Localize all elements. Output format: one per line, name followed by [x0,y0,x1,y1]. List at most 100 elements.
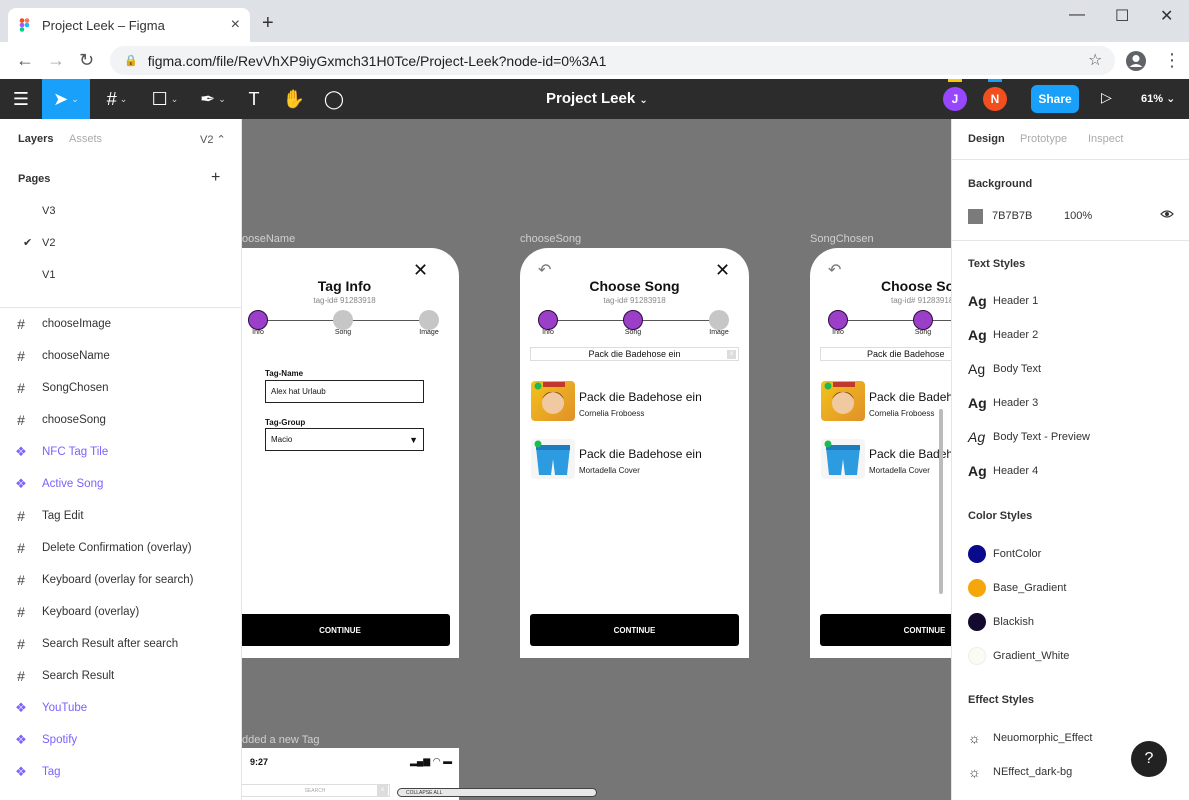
continue-button[interactable]: CONTINUE [530,614,739,646]
color-style-item[interactable]: FontColor [968,545,1041,563]
background-hex[interactable]: 7B7B7B [992,210,1032,222]
frame-choose-song[interactable]: ↶ Choose Song tag-id# 91283918 ✕ Info So… [520,248,749,658]
tab-assets[interactable]: Assets [69,133,102,145]
frame-song-chosen[interactable]: ↶ Choose So tag-id# 91283918 Info Song P… [810,248,951,658]
shape-tool-button[interactable]: ☐ ⌄ [146,79,184,119]
present-play-icon[interactable]: ▷ [1101,89,1112,106]
close-icon[interactable]: ✕ [715,260,730,281]
tag-name-input[interactable]: Alex hat Urlaub [265,380,424,403]
layer-item[interactable]: ❖ Spotify [0,724,242,756]
page-item[interactable]: ✔ V2 [0,232,242,256]
text-style-item[interactable]: Ag Header 2 [968,327,1038,343]
help-button[interactable]: ? [1131,741,1167,777]
text-style-item[interactable]: Ag Body Text [968,361,1041,377]
tab-design[interactable]: Design [968,133,1005,145]
frame-choose-name[interactable]: Tag Info tag-id# 91283918 ✕ Info Song Im… [242,248,459,658]
project-name-menu[interactable]: Project Leek ⌄ [546,90,648,107]
layer-item[interactable]: # chooseName [0,340,242,372]
color-style-item[interactable]: Base_Gradient [968,579,1066,597]
layer-item[interactable]: # chooseImage [0,308,242,340]
add-page-icon[interactable]: + [211,169,220,187]
layer-item[interactable]: ❖ NFC Tag Tile [0,436,242,468]
layer-item[interactable]: # Search Result [0,660,242,692]
effect-style-item[interactable]: ☼ NEffect_dark-bg [968,764,1072,780]
tag-name-label: Tag-Name [265,369,304,378]
share-button[interactable]: Share [1031,85,1079,113]
url-field[interactable]: 🔒 figma.com/file/RevVhXP9iyGxmch31H0Tce/… [110,46,1115,75]
tab-close-icon[interactable]: × [231,16,240,34]
back-arrow-icon[interactable]: ← [16,50,34,71]
pen-tool-button[interactable]: ✒ ⌄ [194,79,232,119]
layer-item[interactable]: ❖ Tag [0,756,242,788]
close-icon[interactable]: ✕ [413,260,428,281]
text-tool-icon[interactable]: T [240,79,268,119]
reload-icon[interactable]: ↻ [79,50,94,71]
page-item[interactable]: V3 [0,200,242,224]
maximize-button[interactable]: ☐ [1115,6,1129,26]
layer-item[interactable]: # SongChosen [0,372,242,404]
design-canvas[interactable]: ooseName chooseSong SongChosen dded a ne… [242,119,951,800]
text-style-item[interactable]: Ag Header 1 [968,293,1038,309]
forward-arrow-icon[interactable]: → [47,50,65,71]
frame-icon: # [17,668,25,684]
layer-item[interactable]: # Delete Confirmation (overlay) [0,532,242,564]
text-style-item[interactable]: Ag Header 3 [968,395,1038,411]
profile-icon[interactable] [1125,50,1147,77]
background-swatch[interactable] [968,209,983,224]
search-input[interactable]: SEARCH [242,784,390,797]
effect-style-item[interactable]: ☼ Neuomorphic_Effect [968,730,1092,746]
layer-item[interactable]: # Keyboard (overlay for search) [0,564,242,596]
background-opacity[interactable]: 100% [1064,210,1092,222]
frame-tool-button[interactable]: # ⌄ [98,79,136,119]
page-switcher[interactable]: V2 ⌃ [200,133,226,146]
move-tool-button[interactable]: ➤ ⌄ [42,79,90,119]
text-style-item[interactable]: Ag Header 4 [968,463,1038,479]
song-search-input[interactable]: Pack die Badehose ein x [530,347,739,361]
layer-item[interactable]: ❖ YouTube [0,692,242,724]
song-title[interactable]: Pack die Badehose ein [579,390,702,404]
zoom-level-menu[interactable]: 61% ⌄ [1141,92,1175,105]
main-menu-icon[interactable]: ☰ [0,79,42,119]
hand-tool-icon[interactable]: ✋ [280,79,308,119]
tab-prototype[interactable]: Prototype [1020,133,1067,145]
text-style-label: Body Text - Preview [993,431,1091,443]
back-arrow-icon[interactable]: ↶ [538,260,551,280]
frame-label-song-chosen[interactable]: SongChosen [810,233,874,245]
clear-search-icon[interactable]: x [727,350,736,359]
layer-item[interactable]: ❖ Active Song [0,468,242,500]
browser-tab[interactable]: Project Leek – Figma × [8,8,250,42]
continue-button[interactable]: CONTINUE [820,614,951,646]
text-style-item[interactable]: Ag Body Text - Preview [968,429,1090,445]
color-style-item[interactable]: Blackish [968,613,1034,631]
frame-label-choose-name[interactable]: ooseName [242,233,295,245]
color-style-item[interactable]: Gradient_White [968,647,1069,665]
tab-inspect[interactable]: Inspect [1088,133,1123,145]
song-title[interactable]: Pack die Badeh [869,390,951,404]
user-avatar-n[interactable]: N [983,87,1007,111]
eye-icon[interactable] [1160,207,1174,224]
continue-button[interactable]: CONTINUE [242,614,450,646]
browser-menu-icon[interactable]: ⋮ [1163,50,1181,71]
frame-label-choose-song[interactable]: chooseSong [520,233,581,245]
tag-group-select[interactable]: Macio ▼ [265,428,424,451]
progress-line [838,320,951,321]
frame-label-added-tag[interactable]: dded a new Tag [242,734,319,746]
new-tab-button[interactable]: + [262,12,274,35]
bookmark-star-icon[interactable]: ☆ [1088,50,1102,70]
user-avatar-j[interactable]: J [943,87,967,111]
clear-search-icon[interactable]: x [377,785,388,796]
canvas-vertical-scrollbar[interactable] [939,409,943,594]
tab-layers[interactable]: Layers [18,133,53,145]
layer-item[interactable]: # chooseSong [0,404,242,436]
page-item[interactable]: V1 [0,264,242,288]
layer-item[interactable]: # Tag Edit [0,500,242,532]
song-title[interactable]: Pack die Badehose ein [579,447,702,461]
window-close-button[interactable]: ✕ [1160,6,1173,26]
song-search-input[interactable]: Pack die Badehose [820,347,951,361]
collapse-all-button[interactable]: COLLAPSE ALL [397,788,597,797]
layer-item[interactable]: # Search Result after search [0,628,242,660]
minimize-button[interactable]: — [1069,6,1085,24]
back-arrow-icon[interactable]: ↶ [828,260,841,280]
layer-item[interactable]: # Keyboard (overlay) [0,596,242,628]
comment-tool-icon[interactable]: ◯ [320,79,348,119]
